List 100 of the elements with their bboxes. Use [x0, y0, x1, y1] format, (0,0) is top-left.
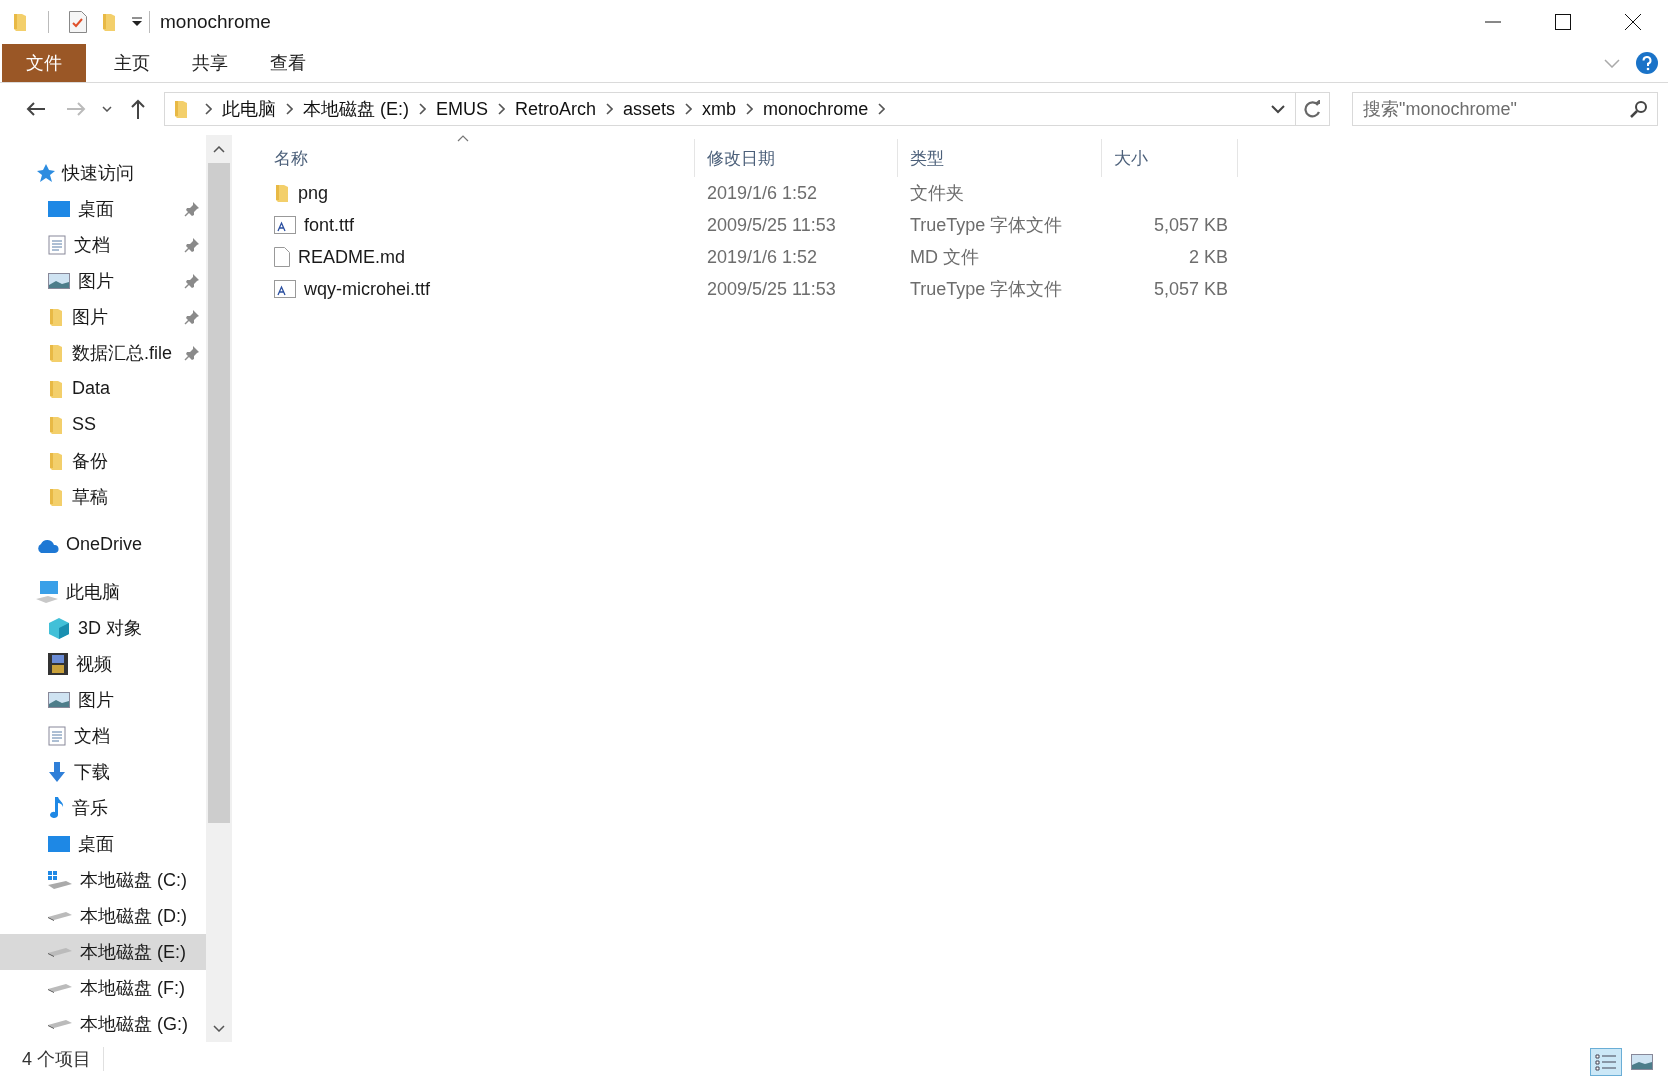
breadcrumb[interactable]: RetroArch: [511, 94, 601, 124]
nav-item[interactable]: 桌面: [0, 190, 206, 227]
table-cell-text: TrueType 字体文件: [909, 278, 1064, 301]
music-note-icon: [48, 797, 64, 820]
view-button[interactable]: [1590, 1048, 1622, 1076]
checklist-icon[interactable]: [69, 11, 87, 33]
file-icon: [274, 247, 290, 267]
table-cell-text: TrueType 字体文件: [909, 214, 1064, 237]
nav-item[interactable]: 图片: [0, 682, 206, 719]
breadcrumb[interactable]: monochrome: [759, 94, 873, 124]
chevron-right-icon: [419, 103, 426, 115]
breadcrumb[interactable]: assets: [619, 94, 680, 124]
folder-icon: [48, 486, 64, 507]
drive-icon: [48, 1018, 72, 1029]
nav-item[interactable]: 下载: [0, 754, 206, 791]
folder-icon: [12, 12, 28, 32]
minimize-icon: [1485, 21, 1501, 23]
nav-item[interactable]: 图片: [0, 298, 206, 335]
ribbon-tab[interactable]: 主页: [96, 44, 168, 82]
folder-icon: [101, 12, 117, 32]
search-field[interactable]: 搜索"monochrome": [1352, 92, 1658, 126]
folder-icon: [48, 414, 64, 435]
help-icon[interactable]: [1636, 52, 1658, 74]
address-bar[interactable]: 此电脑 本地磁盘 (E:) EMUS RetroArch assets xmb monochrome: [164, 92, 1330, 126]
nav-item[interactable]: 草稿: [0, 478, 206, 515]
nav-item[interactable]: 数据汇总.file: [0, 334, 206, 371]
table-cell-text: 2019/1/6 1:52: [706, 246, 819, 268]
details-view-icon: [1595, 1053, 1617, 1071]
file-name[interactable]: wqy-microhei.ttf: [304, 278, 431, 300]
column-header[interactable]: 大小: [1102, 139, 1238, 177]
file-menu-tab[interactable]: 文件: [2, 44, 86, 82]
breadcrumb[interactable]: 此电脑: [218, 94, 280, 124]
breadcrumb[interactable]: EMUS: [432, 94, 492, 124]
nav-item[interactable]: 本地磁盘 (F:): [0, 969, 206, 1006]
document-icon: [48, 726, 66, 747]
nav-item[interactable]: 桌面: [0, 826, 206, 863]
file-name[interactable]: png: [298, 182, 329, 204]
pin-icon: [184, 272, 200, 289]
table-cell-text: MD 文件: [909, 246, 980, 269]
nav-item[interactable]: 文档: [0, 226, 206, 263]
nav-item[interactable]: 音乐: [0, 790, 206, 827]
picture-icon: [48, 272, 70, 289]
refresh-icon: [1303, 100, 1322, 118]
nav-item[interactable]: 图片: [0, 262, 206, 299]
table-cell-text: 2019/1/6 1:52: [706, 182, 819, 204]
nav-group[interactable]: 快速访问: [0, 155, 206, 191]
nav-item[interactable]: SS: [0, 406, 206, 443]
maximize-icon: [1555, 14, 1571, 30]
scroll-up-icon[interactable]: [213, 145, 225, 153]
arrow-right-icon: [66, 101, 86, 117]
breadcrumb[interactable]: 本地磁盘 (E:): [299, 94, 413, 124]
window-title: monochrome: [160, 11, 272, 33]
film-icon: [48, 653, 68, 676]
table-cell-text: 2009/5/25 11:53: [706, 214, 837, 236]
scroll-down-icon[interactable]: [213, 1024, 225, 1032]
column-header[interactable]: 名称: [262, 139, 695, 177]
nav-group[interactable]: OneDrive: [0, 526, 206, 563]
folder-icon: [274, 183, 290, 203]
item-count: 4 个项目: [22, 1047, 104, 1071]
nav-item[interactable]: 3D 对象: [0, 610, 206, 647]
document-icon: [48, 234, 66, 255]
large-icons-view-icon: [1631, 1054, 1653, 1070]
folder-icon: [48, 378, 64, 399]
close-icon: [1625, 14, 1641, 30]
chevron-down-icon[interactable]: [1271, 104, 1285, 114]
nav-item[interactable]: 本地磁盘 (C:): [0, 862, 206, 899]
file-name[interactable]: font.ttf: [304, 214, 355, 236]
table-cell-text: 2 KB: [1187, 246, 1229, 268]
breadcrumb[interactable]: xmb: [698, 94, 741, 124]
arrow-up-icon: [130, 99, 146, 119]
nav-item[interactable]: 备份: [0, 442, 206, 479]
chevron-right-icon: [286, 103, 293, 115]
nav-item[interactable]: 本地磁盘 (D:): [0, 898, 206, 934]
nav-item[interactable]: 本地磁盘 (G:): [0, 1005, 206, 1042]
chevron-right-icon: [685, 103, 693, 115]
chevron-right-icon: [606, 103, 614, 115]
search-icon[interactable]: [1630, 100, 1648, 118]
nav-group[interactable]: 此电脑: [0, 574, 206, 611]
dropdown-icon[interactable]: [131, 17, 143, 27]
table-cell-text: 2009/5/25 11:53: [706, 278, 837, 300]
pin-icon: [184, 308, 200, 325]
chevron-right-icon: [746, 103, 754, 115]
nav-item[interactable]: 本地磁盘 (E:): [0, 934, 206, 970]
column-header[interactable]: 类型: [898, 139, 1102, 177]
ribbon-tab[interactable]: 查看: [252, 44, 324, 82]
monitor-icon: [48, 836, 70, 853]
table-cell-text: 文件夹: [909, 182, 965, 205]
table-cell-text: 5,057 KB: [1152, 278, 1229, 300]
nav-item[interactable]: Data: [0, 370, 206, 407]
scrollbar[interactable]: [206, 135, 232, 1042]
nav-item[interactable]: 文档: [0, 718, 206, 755]
chevron-down-icon: [102, 106, 112, 112]
pin-icon: [184, 236, 200, 253]
folder-icon: [48, 306, 64, 327]
ribbon-tab[interactable]: 共享: [174, 44, 246, 82]
nav-item[interactable]: 视频: [0, 646, 206, 683]
computer-icon: [36, 581, 60, 604]
column-header[interactable]: 修改日期: [695, 139, 898, 177]
down-arrow-icon: [48, 762, 66, 783]
file-name[interactable]: README.md: [298, 246, 405, 268]
